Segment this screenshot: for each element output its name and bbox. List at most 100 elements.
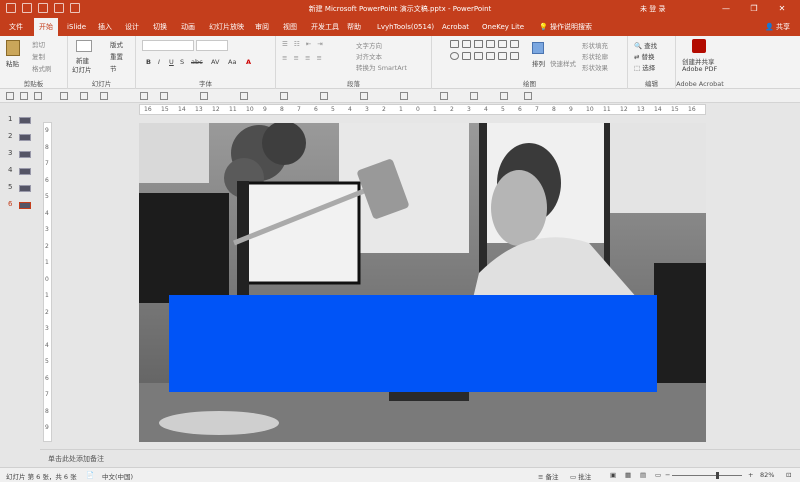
tool-icon[interactable] <box>440 92 448 100</box>
quick-styles-label[interactable]: 快速样式 <box>550 58 576 68</box>
change-case-button[interactable]: Aa <box>228 58 236 66</box>
tab-onekey[interactable]: OneKey Lite <box>477 18 529 36</box>
font-color-button[interactable]: A <box>246 58 251 66</box>
tool-icon[interactable] <box>6 92 14 100</box>
paste-icon[interactable] <box>6 40 20 56</box>
zoom-level[interactable]: 82% <box>760 471 774 479</box>
slide-thumbnail-selected[interactable] <box>19 202 31 209</box>
slide-canvas[interactable] <box>139 123 706 442</box>
shape-arrow-icon[interactable] <box>498 40 507 48</box>
shape-curve-icon[interactable] <box>474 52 483 60</box>
shape-more-icon[interactable] <box>510 52 519 60</box>
smartart-label[interactable]: 转换为 SmartArt <box>356 62 407 72</box>
arrange-icon[interactable] <box>532 42 544 54</box>
shape-curve-icon[interactable] <box>486 52 495 60</box>
tab-islide[interactable]: iSlide <box>62 18 91 36</box>
tab-developer[interactable]: 开发工具 <box>306 18 344 36</box>
fit-to-window-icon[interactable]: ⊡ <box>786 471 791 479</box>
shape-brace-icon[interactable] <box>510 40 519 48</box>
tab-file[interactable]: 文件 <box>4 18 28 36</box>
underline-button[interactable]: U <box>169 58 174 66</box>
notes-pane[interactable]: 单击此处添加备注 <box>40 449 800 465</box>
slide-thumbnail[interactable] <box>19 134 31 141</box>
zoom-out-button[interactable]: − <box>665 471 670 479</box>
font-name-combo[interactable] <box>142 40 194 51</box>
tool-icon[interactable] <box>524 92 532 100</box>
tell-me-search[interactable]: 💡 操作说明搜索 <box>534 18 597 36</box>
user-account[interactable]: 未 登 录 <box>640 4 665 14</box>
paste-label[interactable]: 粘贴 <box>6 58 19 68</box>
tool-icon[interactable] <box>400 92 408 100</box>
text-direction-label[interactable]: 文字方向 <box>356 40 382 50</box>
tab-lvyhtools[interactable]: LvyhTools(0514) <box>372 18 439 36</box>
tool-icon[interactable] <box>470 92 478 100</box>
align-text-label[interactable]: 对齐文本 <box>356 51 382 61</box>
shape-oval-icon[interactable] <box>450 52 459 60</box>
tool-icon[interactable] <box>280 92 288 100</box>
find-button[interactable]: 🔍 查找 <box>634 40 657 50</box>
layout-label[interactable]: 版式 <box>110 39 123 49</box>
spell-check-icon[interactable]: 📄 <box>86 471 94 479</box>
zoom-slider[interactable] <box>672 475 742 476</box>
zoom-slider-thumb[interactable] <box>716 472 719 479</box>
arrange-label[interactable]: 排列 <box>532 58 545 68</box>
replace-button[interactable]: ⇄ 替换 <box>634 51 655 61</box>
tab-review[interactable]: 审阅 <box>250 18 274 36</box>
minimize-button[interactable]: — <box>712 2 740 16</box>
format-painter-label[interactable]: 格式刷 <box>32 63 52 73</box>
shape-rect-icon[interactable] <box>462 40 471 48</box>
reset-label[interactable]: 重置 <box>110 51 123 61</box>
tool-icon[interactable] <box>360 92 368 100</box>
language-status[interactable]: 中文(中国) <box>102 471 133 481</box>
tool-icon[interactable] <box>60 92 68 100</box>
tab-home[interactable]: 开始 <box>34 18 58 36</box>
adobe-pdf-label[interactable]: Adobe PDF <box>682 65 717 73</box>
tool-icon[interactable] <box>34 92 42 100</box>
shape-line-icon[interactable] <box>474 40 483 48</box>
char-spacing-button[interactable]: AV <box>211 58 219 66</box>
normal-view-icon[interactable]: ▣ <box>610 471 616 479</box>
slide-thumbnail[interactable] <box>19 168 31 175</box>
list-buttons[interactable]: ☰ ☷ ⇤ ⇥ <box>282 40 325 48</box>
align-buttons[interactable]: ≡ ≡ ≡ ≡ <box>282 54 324 62</box>
shape-triangle-icon[interactable] <box>462 52 471 60</box>
copy-label[interactable]: 复制 <box>32 51 45 61</box>
tool-icon[interactable] <box>320 92 328 100</box>
new-slide-icon[interactable] <box>76 40 92 52</box>
shadow-button[interactable]: S <box>180 58 184 66</box>
shape-arrow-icon[interactable] <box>486 40 495 48</box>
new-slide-label-2[interactable]: 幻灯片 <box>72 64 92 74</box>
shape-rect-icon[interactable] <box>450 40 459 48</box>
tool-icon[interactable] <box>200 92 208 100</box>
select-button[interactable]: ⬚ 选择 <box>634 62 655 72</box>
shape-star-icon[interactable] <box>498 52 507 60</box>
shape-outline-label[interactable]: 形状轮廓 <box>582 51 608 61</box>
slide-sorter-icon[interactable]: ▦ <box>625 471 631 479</box>
slide-thumbnail[interactable] <box>19 117 31 124</box>
italic-button[interactable]: I <box>158 58 160 66</box>
share-button[interactable]: 👤 共享 <box>765 22 790 32</box>
bold-button[interactable]: B <box>146 58 151 66</box>
tool-icon[interactable] <box>500 92 508 100</box>
blue-rectangle-shape[interactable] <box>169 295 657 392</box>
tool-icon[interactable] <box>100 92 108 100</box>
tool-icon[interactable] <box>20 92 28 100</box>
cut-label[interactable]: 剪切 <box>32 39 45 49</box>
reading-view-icon[interactable]: ▤ <box>640 471 646 479</box>
slideshow-view-icon[interactable]: ▭ <box>655 471 661 479</box>
close-button[interactable]: ✕ <box>768 2 796 16</box>
tab-slideshow[interactable]: 幻灯片放映 <box>204 18 249 36</box>
tool-icon[interactable] <box>160 92 168 100</box>
tool-icon[interactable] <box>80 92 88 100</box>
tab-acrobat[interactable]: Acrobat <box>437 18 474 36</box>
comments-toggle[interactable]: ▭ 批注 <box>570 471 591 481</box>
tab-design[interactable]: 设计 <box>120 18 144 36</box>
strikethrough-button[interactable]: abc <box>191 58 203 66</box>
shape-fill-label[interactable]: 形状填充 <box>582 40 608 50</box>
adobe-pdf-icon[interactable] <box>692 39 706 53</box>
notes-toggle[interactable]: ≡ 备注 <box>538 471 559 481</box>
tab-help[interactable]: 帮助 <box>342 18 366 36</box>
tab-view[interactable]: 视图 <box>278 18 302 36</box>
restore-button[interactable]: ❐ <box>740 2 768 16</box>
tab-animations[interactable]: 动画 <box>176 18 200 36</box>
